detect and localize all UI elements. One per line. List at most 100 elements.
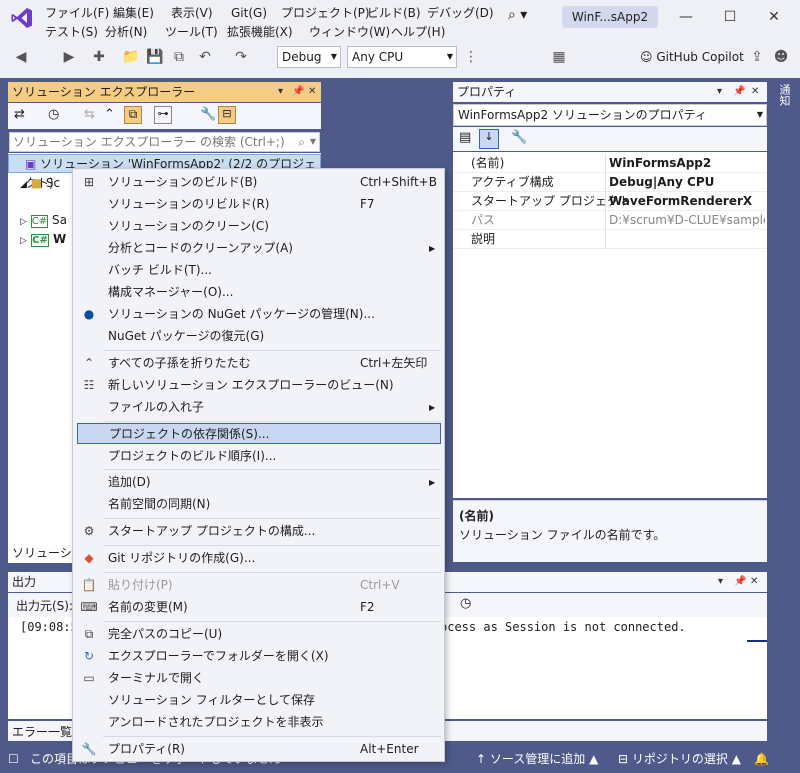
menu-tools[interactable]: ツール(T) [160,22,223,42]
share-icon[interactable]: ⇪ [748,48,766,66]
menu-help[interactable]: ヘルプ(H) [386,22,450,42]
menu-project[interactable]: プロジェクト(P) [276,3,375,23]
save-all-icon[interactable]: ⧉ [170,48,188,66]
pin-icon[interactable]: 📌 [733,82,745,102]
property-pages-wrench-icon[interactable]: 🔧 [511,130,527,145]
menu-item-config-manager[interactable]: 構成マネージャー(O)... [77,282,441,303]
chevron-down-icon[interactable]: ▼ [757,105,763,125]
preview-icon[interactable]: ⊟ [218,106,236,124]
menu-extensions[interactable]: 拡張機能(X) [222,22,298,42]
menu-item-build-solution[interactable]: ⊞ ソリューションのビルド(B) Ctrl+Shift+B [77,172,441,193]
menu-item-properties[interactable]: 🔧 プロパティ(R) Alt+Enter [77,739,441,760]
menu-item-manage-nuget[interactable]: ● ソリューションの NuGet パッケージの管理(N)... [77,304,441,325]
menu-item-file-nesting[interactable]: ファイルの入れ子 ▶ [77,397,441,418]
new-project-icon[interactable]: ✚ [90,48,108,66]
solution-explorer-search[interactable]: ソリューション エクスプローラー の検索 (Ctrl+;) ⌕ ▼ [9,132,320,152]
solution-icon: ▣ [25,157,37,171]
dropdown-icon[interactable]: ▾ [717,82,722,102]
save-icon[interactable]: 💾 [146,48,164,66]
menu-separator [103,736,441,737]
filter-icon[interactable]: ⊶ [154,106,172,124]
show-all-files-icon[interactable]: ⧉ [124,106,142,124]
property-row[interactable]: (名前) WinFormsApp2 [453,154,767,173]
menu-item-add[interactable]: 追加(D) ▶ [77,472,441,493]
menu-debug[interactable]: デバッグ(D) [422,3,499,23]
alphabetical-icon[interactable]: ↓ [479,129,499,149]
menu-item-restore-nuget[interactable]: NuGet パッケージの復元(G) [77,326,441,347]
terminal-icon: ▭ [83,671,95,685]
menu-item-rename[interactable]: ⌨ 名前の変更(M) F2 [77,597,441,618]
notification-bell-icon[interactable]: 🔔 [754,745,769,773]
menu-build[interactable]: ビルド(B) [362,3,426,23]
property-row[interactable]: 説明 [453,230,767,249]
menu-item-hide-unloaded[interactable]: アンロードされたプロジェクトを非表示 [77,712,441,733]
menu-item-analyze-cleanup[interactable]: 分析とコードのクリーンアップ(A) ▶ [77,238,441,259]
toolbar-extra-icon[interactable]: ⋮ [462,48,480,66]
menu-git[interactable]: Git(G) [226,3,272,23]
clock-icon[interactable]: ◷ [460,596,471,611]
pin-icon[interactable]: 📌 [734,572,746,592]
maximize-button[interactable]: ☐ [708,4,752,30]
dropdown-icon[interactable]: ▾ [718,572,723,592]
notifications-side-tab[interactable]: 通知 [774,84,792,108]
tab-error-list[interactable]: エラー一覧 [12,723,72,740]
close-panel-icon[interactable]: ✕ [308,82,316,102]
search-icon[interactable]: ⌕ [298,133,305,151]
grid-icon[interactable]: ▦ [550,48,568,66]
menu-item-configure-startup[interactable]: ⚙ スタートアップ プロジェクトの構成... [77,521,441,542]
properties-toolbar: ▤ ↓ 🔧 [453,127,767,151]
menu-item-project-dependencies[interactable]: プロジェクトの依存関係(S)... [77,423,441,444]
menu-item-paste[interactable]: 📋 貼り付け(P) Ctrl+V [77,575,441,596]
menu-view[interactable]: 表示(V) [166,3,218,23]
menu-item-open-in-explorer[interactable]: ↻ エクスプローラーでフォルダーを開く(X) [77,646,441,667]
redo-icon[interactable]: ↷ [232,48,250,66]
menu-analyze[interactable]: 分析(N) [100,22,152,42]
forward-icon[interactable]: ▶ [60,48,78,66]
menu-item-clean-solution[interactable]: ソリューションのクリーン(C) [77,216,441,237]
undo-icon[interactable]: ↶ [196,48,214,66]
dropdown-icon[interactable]: ▾ [278,82,283,102]
back-icon[interactable]: ◀ [12,48,30,66]
switch-views-icon[interactable]: ⇄ [14,107,25,122]
search-icon[interactable]: ⌕ ▾ [508,7,527,23]
menu-item-rebuild-solution[interactable]: ソリューションのリビルド(R) F7 [77,194,441,215]
menu-item-open-terminal[interactable]: ▭ ターミナルで開く [77,668,441,689]
configuration-combo[interactable]: Debug ▼ [277,46,341,68]
close-button[interactable]: ✕ [752,4,796,30]
feedback-icon[interactable]: ☻ [772,48,790,66]
history-icon[interactable]: ◷ [48,107,59,122]
properties-wrench-icon[interactable]: 🔧 [200,107,216,122]
output-source-label: 出力元(S): [16,599,74,613]
menu-item-save-filter[interactable]: ソリューション フィルターとして保存 [77,690,441,711]
add-source-control-button[interactable]: ↑ ソース管理に追加 ▲ [476,745,598,773]
menu-item-batch-build[interactable]: バッチ ビルド(T)... [77,260,441,281]
minimize-button[interactable]: — [664,4,708,30]
nuget-icon: ● [83,307,95,321]
menu-item-new-se-view[interactable]: ☷ 新しいソリューション エクスプローラーのビュー(N) [77,375,441,396]
menu-item-create-git-repo[interactable]: ◆ Git リポジトリの作成(G)... [77,548,441,569]
open-icon[interactable]: 📁 [122,48,140,66]
github-copilot-button[interactable]: ☺ GitHub Copilot [640,48,744,66]
close-panel-icon[interactable]: ✕ [751,82,759,102]
categorized-icon[interactable]: ▤ [459,130,471,145]
properties-object-selector[interactable]: WinFormsApp2 ソリューションのプロパティ ▼ [453,104,767,126]
sync-icon[interactable]: ⇆ [84,107,95,122]
property-row[interactable]: アクティブ構成 Debug|Any CPU [453,173,767,192]
property-row[interactable]: スタートアップ プロジェクト WaveFormRendererX [453,192,767,211]
property-row[interactable]: パスD:¥scrum¥D-CLUE¥sample¥W [453,211,767,230]
select-repository-button[interactable]: ⊟ リポジトリの選択 ▲ [618,745,741,773]
menu-edit[interactable]: 編集(E) [108,3,159,23]
menu-file[interactable]: ファイル(F) [40,3,114,23]
collapse-all-icon[interactable]: ⌃ [104,107,115,122]
pin-icon[interactable]: 📌 [292,82,304,102]
platform-combo[interactable]: Any CPU ▼ [347,46,457,68]
menu-item-sync-namespaces[interactable]: 名前空間の同期(N) [77,494,441,515]
menu-window[interactable]: ウィンドウ(W) [304,22,395,42]
menu-item-collapse-all[interactable]: ⌃ すべての子孫を折りたたむ Ctrl+左矢印 [77,353,441,374]
menu-item-copy-full-path[interactable]: ⧉ 完全パスのコピー(U) [77,624,441,645]
menu-test[interactable]: テスト(S) [40,22,103,42]
menu-item-build-order[interactable]: プロジェクトのビルド順序(I)... [77,446,441,467]
close-panel-icon[interactable]: ✕ [750,572,758,592]
search-dropdown-icon[interactable]: ▼ [310,133,316,151]
context-menu: ⊞ ソリューションのビルド(B) Ctrl+Shift+B ソリューションのリビルド… [72,168,445,762]
